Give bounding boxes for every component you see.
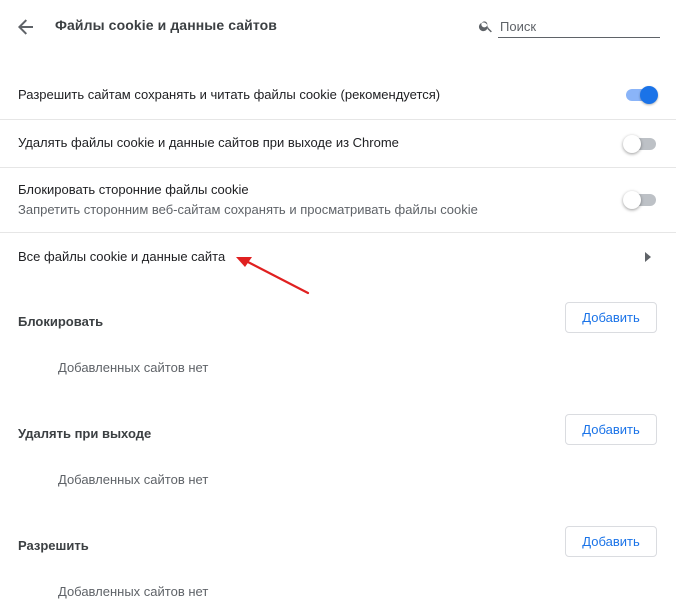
setting-row-clear-on-exit: Удалять файлы cookie и данные сайтов при… <box>0 120 676 168</box>
page-title: Файлы cookie и данные сайтов <box>55 17 278 33</box>
add-block-site-button[interactable]: Добавить <box>565 302 657 333</box>
clear-on-exit-empty-text: Добавленных сайтов нет <box>58 472 209 487</box>
clear-on-exit-toggle[interactable] <box>623 135 657 153</box>
setting-label: Разрешить сайтам сохранять и читать файл… <box>18 87 441 102</box>
all-cookies-link-row[interactable]: Все файлы cookie и данные сайта <box>0 233 676 281</box>
allow-cookies-toggle[interactable] <box>623 86 658 104</box>
toggle-knob <box>640 86 658 104</box>
all-cookies-link-label: Все файлы cookie и данные сайта <box>18 249 226 264</box>
toggle-knob <box>623 191 641 209</box>
allow-empty-text: Добавленных сайтов нет <box>58 584 209 599</box>
section-title-block: Блокировать <box>18 314 104 329</box>
add-clear-on-exit-site-button[interactable]: Добавить <box>565 414 657 445</box>
setting-label: Блокировать сторонние файлы cookie <box>18 182 249 197</box>
toggle-knob <box>623 135 641 153</box>
search-icon <box>478 21 492 33</box>
search-input[interactable] <box>498 15 660 38</box>
section-title-allow: Разрешить <box>18 538 89 553</box>
block-empty-text: Добавленных сайтов нет <box>58 360 209 375</box>
setting-label: Удалять файлы cookie и данные сайтов при… <box>18 135 399 150</box>
back-button[interactable] <box>14 15 38 39</box>
add-allow-site-button[interactable]: Добавить <box>565 526 657 557</box>
page-header: Файлы cookie и данные сайтов <box>0 0 676 52</box>
setting-row-allow-cookies: Разрешить сайтам сохранять и читать файл… <box>0 72 676 120</box>
setting-row-block-third-party: Блокировать сторонние файлы cookie Запре… <box>0 168 676 233</box>
setting-sublabel: Запретить сторонним веб-сайтам сохранять… <box>18 202 478 217</box>
arrow-back-icon <box>18 19 33 35</box>
section-title-clear-on-exit: Удалять при выходе <box>18 426 152 441</box>
search-box <box>478 15 660 39</box>
chevron-right-icon <box>645 252 651 262</box>
block-third-party-toggle[interactable] <box>623 191 657 209</box>
